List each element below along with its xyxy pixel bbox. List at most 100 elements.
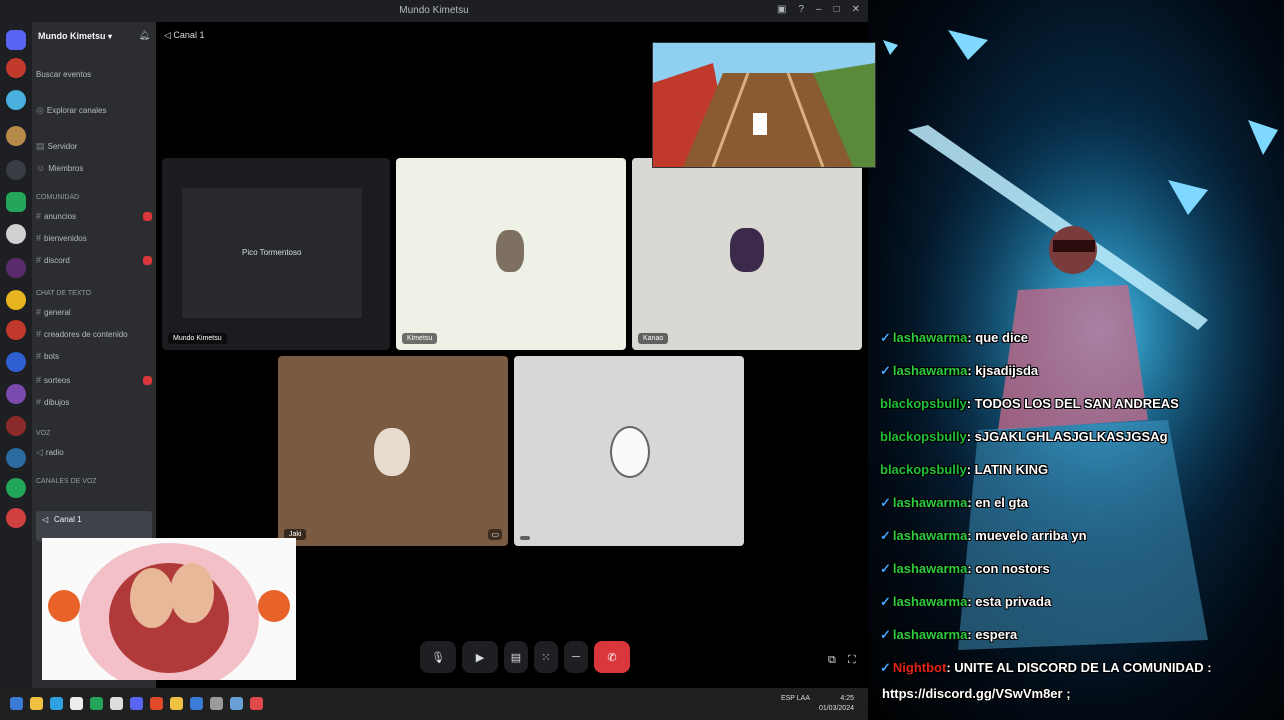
avatar [374,428,410,476]
voice-channel-active[interactable]: ◁ Canal 1 [36,511,152,541]
sidebar-item-members[interactable]: ☺ Miembros [36,160,154,176]
popout-icon[interactable]: ⧉ [828,654,836,667]
more-button[interactable]: ─ [564,641,588,673]
file-explorer-icon[interactable] [30,697,43,710]
server-header[interactable]: Mundo Kimetsu ▾ [38,31,112,41]
call-header: ◁ Canal 1 [164,30,205,40]
channel-item[interactable]: ◁ radio [36,444,154,460]
inbox-icon[interactable]: ▣ [777,4,786,16]
verified-icon: ✓ [880,561,891,576]
participant-tile[interactable]: Jaki ▭ [278,356,508,546]
participant-label [520,536,530,540]
server-icon[interactable] [6,508,26,528]
app-icon[interactable] [90,697,103,710]
clock[interactable]: 4:25 01/03/2024 [819,694,854,714]
sidebar-item-events[interactable]: Buscar eventos [36,66,154,82]
sidebar-item-browse[interactable]: ◎ Explorar canales [36,102,154,118]
server-icon[interactable] [6,58,26,78]
direct-messages-icon[interactable] [6,30,26,50]
server-icon[interactable] [6,352,26,372]
category-label[interactable]: Voz [36,430,50,437]
microphone-icon: 🎙︎ [431,651,445,664]
chat-message: ✓ lashawarma: en el gta [880,495,1029,510]
title-bar: Mundo Kimetsu ▣ ? – □ ✕ [0,0,868,22]
screenshare-icon: ▤ [510,651,522,664]
participant-label: Mundo Kimetsu [168,333,227,344]
minimize-icon[interactable]: – [816,4,822,16]
server-guide-icon: ▤ [36,140,45,151]
app-icon[interactable] [190,697,203,710]
sidebar-item-server[interactable]: ▤ Servidor [36,138,154,154]
app-icon[interactable] [110,697,123,710]
chat-message: ✓ lashawarma: espera [880,627,1018,642]
channel-item[interactable]: # discord [36,252,154,268]
screenshare-button[interactable]: ▤ [504,641,528,673]
verified-icon: ✓ [880,363,891,378]
chat-message: ✓ lashawarma: con nostors [880,561,1050,576]
stream-background [868,0,1284,720]
verified-icon: ✓ [880,594,891,609]
app-icon[interactable] [170,697,183,710]
app-icon[interactable] [230,697,243,710]
start-icon[interactable] [10,697,23,710]
category-label[interactable]: Chat de texto [36,290,91,297]
channel-item[interactable]: # dibujos [36,394,154,410]
verified-icon: ✓ [880,627,891,642]
server-icon[interactable] [6,478,26,498]
camera-button[interactable]: ▶ [462,641,498,673]
microphone-button[interactable]: 🎙︎ [420,641,456,673]
fullscreen-icon[interactable]: ⛶ [848,654,856,667]
app-icon[interactable] [210,697,223,710]
close-icon[interactable]: ✕ [852,4,860,16]
hash-icon: # [36,397,42,407]
server-icon[interactable] [6,416,26,436]
camera-icon: ▶ [475,651,485,664]
channel-item[interactable]: # general [36,304,154,320]
app-icon[interactable] [50,697,63,710]
hash-icon: # [36,233,42,243]
verified-icon: ✓ [880,495,891,510]
channel-item[interactable]: # anuncios [36,208,154,224]
app-icon[interactable] [70,697,83,710]
clock-time: 4:25 [840,695,854,702]
app-icon[interactable] [250,697,263,710]
help-icon[interactable]: ? [798,4,804,16]
channel-item[interactable]: # bienvenidos [36,230,154,246]
server-icon[interactable] [6,258,26,278]
disconnect-button[interactable]: ✆ [594,641,630,673]
avatar [496,230,524,272]
compass-icon: ◎ [36,104,44,115]
input-language[interactable]: ESP LAA [781,694,810,704]
discord-icon[interactable] [130,697,143,710]
shared-screen-title: Pico Tormentoso [242,248,302,257]
chat-message: blackopsbully: TODOS LOS DEL SAN ANDREAS [880,396,1179,411]
server-icon[interactable] [6,384,26,404]
server-icon[interactable] [6,320,26,340]
channel-item[interactable]: # sorteos [36,372,154,388]
participant-label: Kimetsu [402,333,438,344]
notification-bell-icon[interactable]: 🔔︎ [139,30,150,41]
server-icon[interactable] [6,224,26,244]
activity-button[interactable]: ⁙ [534,641,558,673]
speaker-icon: ◁ [42,515,49,524]
server-icon[interactable] [6,290,26,310]
participant-tile[interactable] [514,356,744,546]
server-icon[interactable] [6,90,26,110]
participant-tile[interactable]: Kanao [632,158,862,350]
browser-icon[interactable] [150,697,163,710]
server-icon[interactable] [6,160,26,180]
channel-item[interactable]: # creadores de contenido [36,326,154,342]
server-rail [0,22,32,688]
speaker-icon: ◁ [164,30,174,40]
channel-item[interactable]: # bots [36,348,154,364]
participant-tile-screenshare[interactable]: Pico Tormentoso Mundo Kimetsu [162,158,390,350]
server-icon[interactable] [6,126,26,146]
server-icon[interactable] [6,448,26,468]
participant-tile[interactable]: Kimetsu [396,158,626,350]
hang-up-icon: ✆ [607,651,617,664]
maximize-icon[interactable]: □ [834,4,840,16]
category-label[interactable]: Canales de voz [36,478,97,485]
category-label[interactable]: Comunidad [36,194,79,201]
chat-link: https://discord.gg/VSwVm8er ; [882,686,1071,701]
server-icon[interactable] [6,192,26,212]
